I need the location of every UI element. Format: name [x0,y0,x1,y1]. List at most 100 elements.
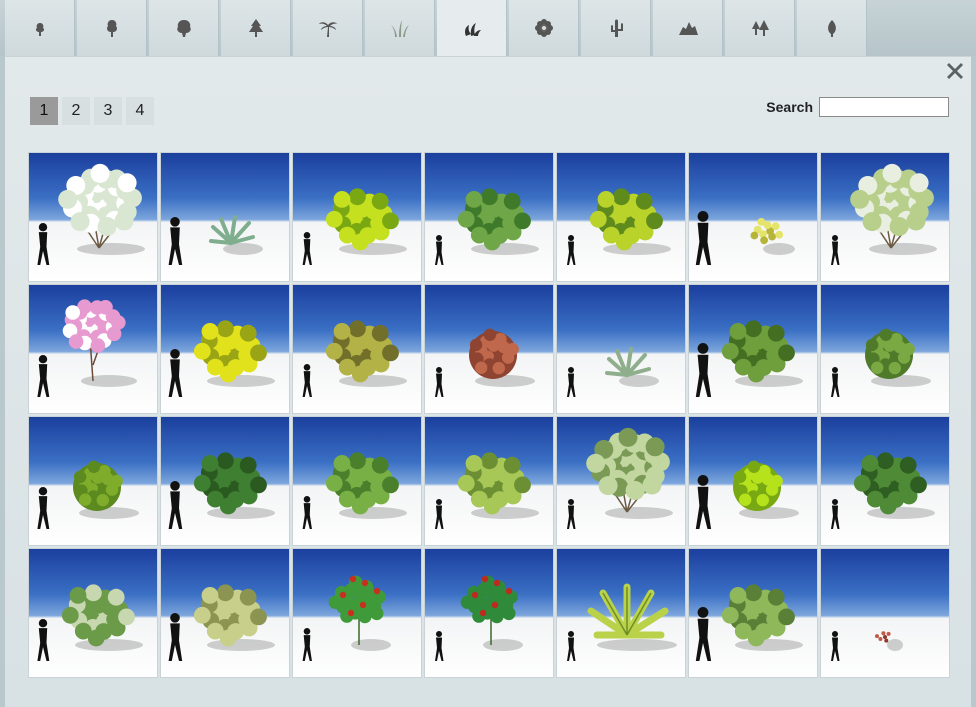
scale-figure-icon [567,499,576,529]
plant-thumbnail[interactable] [424,416,554,546]
plant-thumbnail[interactable] [292,548,422,678]
scale-figure-icon [695,475,712,529]
plant-preview-image [302,452,407,529]
plant-browser-panel: 1234 Search [5,56,971,707]
plant-preview-image [831,631,903,661]
tab-leaf[interactable] [797,0,867,56]
plant-thumbnail[interactable] [28,152,158,282]
scale-figure-icon [435,367,444,397]
plant-thumbnail[interactable] [292,416,422,546]
plant-preview-image [168,584,275,661]
plant-thumbnail[interactable] [556,152,686,282]
plant-preview-image [435,328,535,397]
plant-preview-image [37,584,143,661]
scale-figure-icon [831,499,840,529]
plant-preview-image [37,460,139,529]
scale-figure-icon [37,487,50,529]
plant-preview-image [831,163,937,265]
page-button-3[interactable]: 3 [94,97,122,125]
scale-figure-icon [831,367,840,397]
plant-preview-image [168,215,263,265]
plant-thumbnail[interactable] [820,548,950,678]
scale-figure-icon [567,367,576,397]
page-button-4[interactable]: 4 [126,97,154,125]
plant-preview-image [567,347,659,397]
plant-thumbnail[interactable] [292,284,422,414]
page-button-1[interactable]: 1 [30,97,58,125]
scale-figure-icon [168,481,183,529]
plant-thumbnail[interactable] [820,416,950,546]
plant-thumbnail[interactable] [28,284,158,414]
tab-palm-tree[interactable] [293,0,363,56]
tab-small-tree[interactable] [5,0,75,56]
scale-figure-icon [567,235,576,265]
plant-thumbnail[interactable] [556,548,686,678]
scale-figure-icon [435,235,444,265]
plant-preview-image [435,575,523,661]
scale-figure-icon [831,631,840,661]
plant-preview-image [37,299,137,397]
plant-thumbnail[interactable] [688,284,818,414]
pagination: 1234 [30,97,154,125]
plant-thumbnail[interactable] [160,548,290,678]
tab-broadleaf-tree[interactable] [149,0,219,56]
plant-thumbnail[interactable] [424,152,554,282]
search-label: Search [766,99,813,115]
plant-thumbnail[interactable] [160,416,290,546]
cactus-icon [610,19,623,37]
plant-thumbnail[interactable] [424,548,554,678]
plant-grid [28,152,950,678]
plant-preview-image [567,188,671,265]
plant-preview-image [695,460,799,529]
shrub-icon [464,23,481,36]
scale-figure-icon [695,607,712,661]
conifer-icon [248,19,263,37]
tree-icon [106,20,117,37]
plant-thumbnail[interactable] [688,152,818,282]
plant-thumbnail[interactable] [160,152,290,282]
plant-thumbnail[interactable] [292,152,422,282]
search-box: Search [766,97,949,117]
tab-rock[interactable] [653,0,723,56]
plant-preview-image [567,427,673,529]
plant-preview-image [831,452,935,529]
scale-figure-icon [695,343,712,397]
plant-preview-image [302,320,407,397]
plant-thumbnail[interactable] [424,284,554,414]
plant-preview-image [695,320,803,397]
plant-thumbnail[interactable] [820,284,950,414]
plant-thumbnail[interactable] [688,416,818,546]
plant-thumbnail[interactable] [28,548,158,678]
scale-figure-icon [302,496,312,529]
page-button-2[interactable]: 2 [62,97,90,125]
scale-figure-icon [168,613,183,661]
palm-tree-icon [318,22,337,37]
scale-figure-icon [695,211,712,265]
tab-cactus[interactable] [581,0,651,56]
tab-forest[interactable] [725,0,795,56]
tab-grass[interactable] [365,0,435,56]
plant-preview-image [567,583,677,661]
scale-figure-icon [37,619,50,661]
broadleaf-tree-icon [176,20,191,37]
plant-thumbnail[interactable] [28,416,158,546]
plant-preview-image [302,188,407,265]
scale-figure-icon [302,364,312,397]
plant-thumbnail[interactable] [820,152,950,282]
tab-tree[interactable] [77,0,147,56]
tab-flower[interactable] [509,0,579,56]
plant-preview-image [435,452,539,529]
plant-thumbnail[interactable] [160,284,290,414]
scale-figure-icon [37,355,50,397]
plant-thumbnail[interactable] [556,416,686,546]
plant-thumbnail[interactable] [688,548,818,678]
close-icon[interactable] [943,59,967,83]
plant-preview-image [302,575,391,661]
small-tree-icon [35,23,44,36]
plant-preview-image [168,452,275,529]
search-input[interactable] [819,97,949,117]
scale-figure-icon [302,628,312,661]
plant-thumbnail[interactable] [556,284,686,414]
tab-shrub[interactable] [437,0,507,58]
tab-conifer[interactable] [221,0,291,56]
